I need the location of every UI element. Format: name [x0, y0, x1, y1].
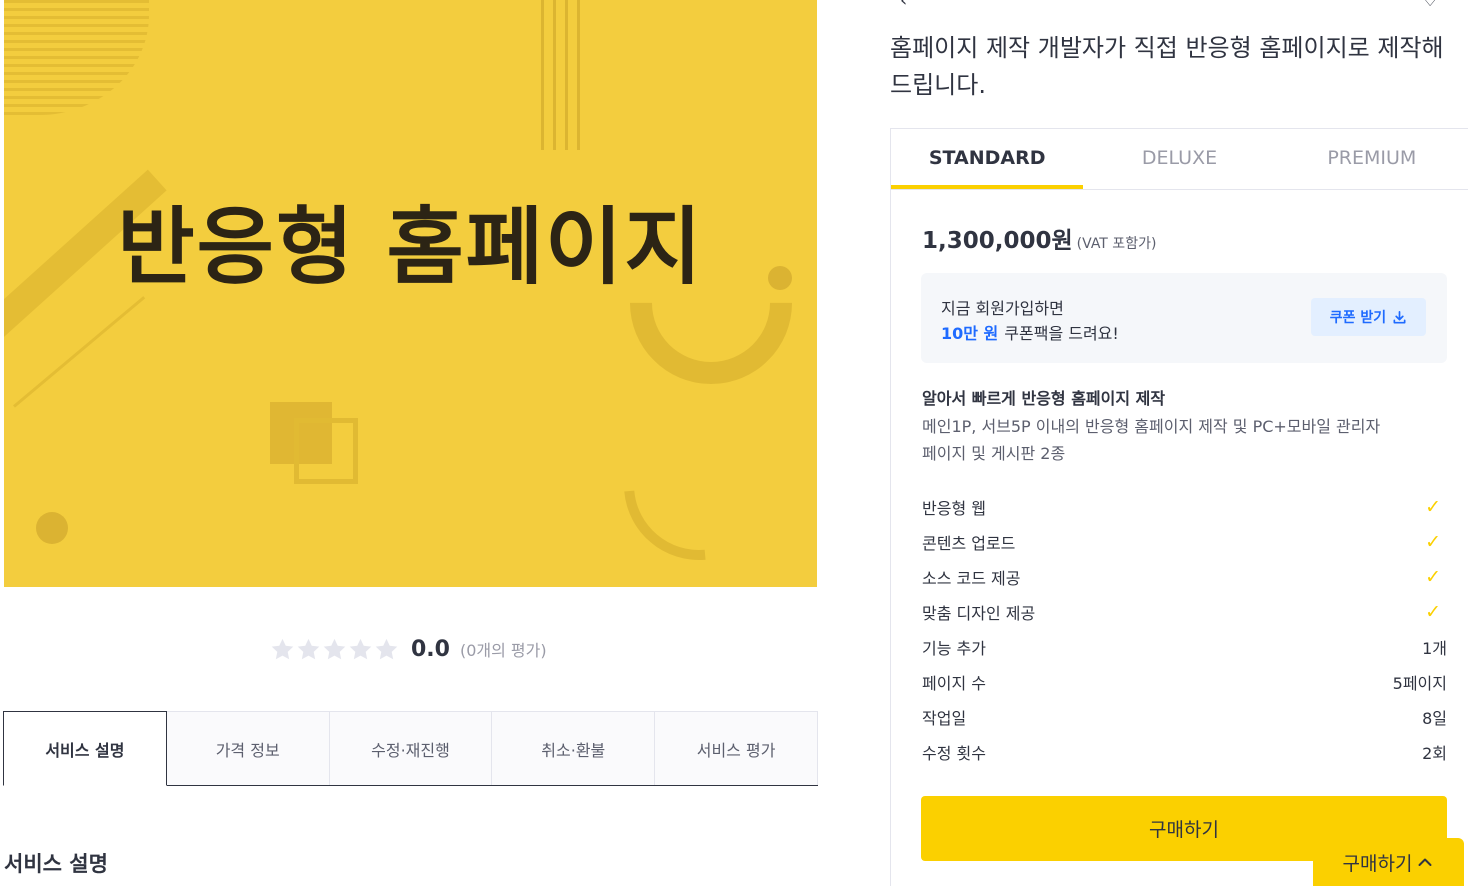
package-price: 1,300,000원 (VAT 포함가)	[922, 221, 1156, 255]
feature-row: 기능 추가 1개	[922, 629, 1447, 664]
tab-item[interactable]: 취소·환불	[492, 711, 656, 785]
check-icon: ✓	[1425, 565, 1441, 588]
tab-item[interactable]: 서비스 설명	[3, 711, 167, 786]
check-icon: ✓	[1425, 495, 1441, 518]
rating-count: (0개의 평가)	[459, 641, 547, 660]
rating-score: 0.0	[411, 636, 450, 662]
decor-stripes	[4, 0, 149, 115]
package-tab[interactable]: STANDARD	[891, 129, 1084, 189]
package-tab[interactable]: PREMIUM	[1276, 129, 1468, 189]
star-icon	[323, 638, 346, 659]
service-tabs: 서비스 설명 가격 정보 수정·재진행 취소·환불 서비스 평가	[3, 711, 818, 786]
download-icon	[1393, 310, 1406, 323]
coupon-line2: 10만 원 쿠폰팩을 드려요!	[941, 320, 1119, 344]
decor-vertical-lines	[541, 0, 585, 150]
coupon-button[interactable]: 쿠폰 받기	[1311, 298, 1426, 336]
product-title: 홈페이지 제작 개발자가 직접 반응형 홈페이지로 제작해 드립니다.	[890, 34, 1444, 99]
feature-value: 1개	[1422, 638, 1447, 658]
hero-title: 반응형 홈페이지	[117, 198, 704, 296]
feature-row: 반응형 웹 ✓	[922, 489, 1447, 524]
feature-label: 수정 횟수	[922, 743, 986, 763]
decor-dot	[36, 512, 68, 544]
feature-label: 기능 추가	[922, 638, 986, 658]
star-icon	[375, 638, 398, 659]
rating-summary: 0.0 (0개의 평가)	[270, 634, 547, 664]
chevron-up-icon	[1418, 858, 1432, 866]
feature-row: 맞춤 디자인 제공 ✓	[922, 594, 1447, 629]
feature-row: 페이지 수 5페이지	[922, 664, 1447, 699]
coupon-line1: 지금 회원가입하면	[941, 299, 1064, 318]
feature-row: 수정 횟수 2회	[922, 734, 1447, 769]
coupon-banner: 지금 회원가입하면 10만 원 쿠폰팩을 드려요! 쿠폰 받기	[921, 273, 1447, 363]
feature-row: 소스 코드 제공 ✓	[922, 559, 1447, 594]
decor-diagonal-line	[13, 296, 146, 408]
feature-label: 페이지 수	[922, 673, 986, 693]
section-title: 서비스 설명	[4, 852, 108, 876]
floating-buy-button[interactable]: 구매하기	[1313, 838, 1464, 886]
share-icon[interactable]: ‹	[900, 0, 907, 11]
feature-list: 반응형 웹 ✓ 콘텐츠 업로드 ✓ 소스 코드 제공 ✓ 맞춤 디자인 제공 ✓ 기능 추가 1개…	[922, 489, 1447, 769]
price-value: 1,300,000원	[922, 228, 1073, 254]
tab-item[interactable]: 서비스 평가	[655, 711, 818, 785]
floating-buy-label: 구매하기	[1342, 852, 1413, 875]
star-rating	[270, 637, 399, 662]
package-tab[interactable]: DELUXE	[1083, 129, 1275, 189]
package-panel: STANDARD DELUXE PREMIUM 1,300,000원 (VAT 포함가…	[890, 128, 1468, 886]
package-description: 메인1P, 서브5P 이내의 반응형 홈페이지 제작 및 PC+모바일 관리자페…	[922, 417, 1381, 463]
feature-label: 소스 코드 제공	[922, 568, 1021, 588]
hero-banner: 반응형 홈페이지	[4, 0, 817, 587]
package-title: 알아서 빠르게 반응형 홈페이지 제작	[922, 389, 1166, 408]
star-icon	[271, 638, 294, 659]
feature-label: 반응형 웹	[922, 498, 986, 518]
check-icon: ✓	[1425, 600, 1441, 623]
vat-note: (VAT 포함가)	[1076, 236, 1157, 252]
tab-item[interactable]: 수정·재진행	[329, 711, 493, 785]
feature-value: 8일	[1422, 708, 1447, 728]
coupon-line2-rest: 쿠폰팩을 드려요!	[1004, 324, 1119, 343]
heart-icon[interactable]: ♡	[1422, 0, 1438, 11]
star-icon	[297, 638, 320, 659]
feature-label: 맞춤 디자인 제공	[922, 603, 1036, 623]
feature-label: 콘텐츠 업로드	[922, 533, 1016, 553]
decor-arc	[593, 379, 805, 587]
package-tabs: STANDARD DELUXE PREMIUM	[891, 129, 1468, 190]
feature-value: 2회	[1422, 743, 1447, 763]
feature-label: 작업일	[922, 708, 967, 728]
coupon-amount: 10만 원	[941, 324, 999, 343]
tab-item[interactable]: 가격 정보	[166, 711, 330, 785]
top-icons: ‹ ♡	[896, 0, 1456, 11]
feature-value: 5페이지	[1392, 673, 1447, 693]
decor-square-outline	[294, 418, 358, 484]
feature-row: 작업일 8일	[922, 699, 1447, 734]
feature-row: 콘텐츠 업로드 ✓	[922, 524, 1447, 559]
star-icon	[349, 638, 372, 659]
check-icon: ✓	[1425, 530, 1441, 553]
coupon-button-label: 쿠폰 받기	[1329, 310, 1387, 326]
